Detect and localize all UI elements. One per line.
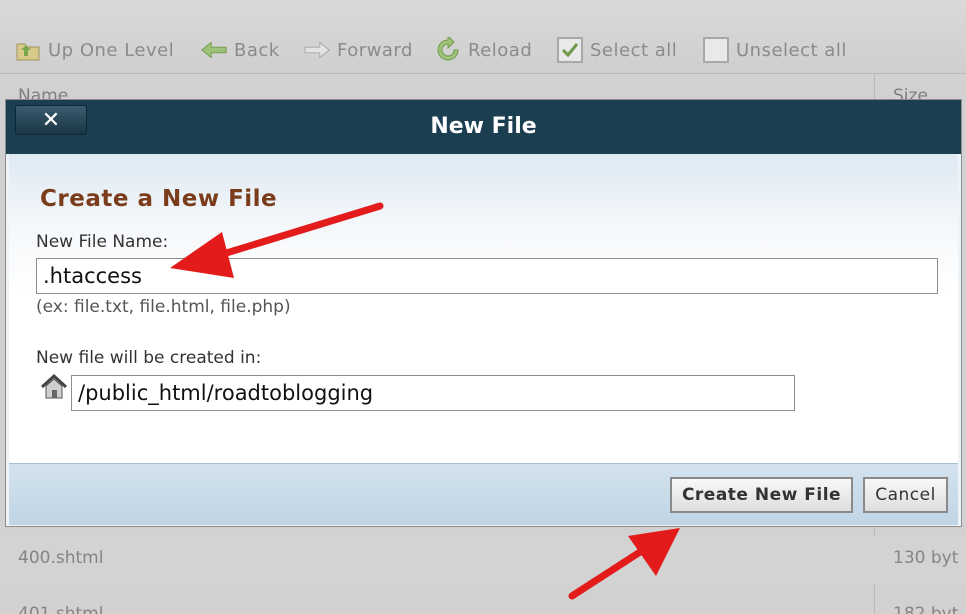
file-name-input[interactable]: .htaccess (36, 258, 938, 294)
select-all-button[interactable]: Select all (556, 34, 677, 66)
arrow-right-icon (303, 36, 331, 64)
dialog-footer: Create New File Cancel (9, 463, 958, 525)
unselect-all-button[interactable]: Unselect all (702, 34, 847, 66)
close-button[interactable]: ✕ (15, 105, 87, 135)
checkbox-checked-icon (556, 36, 584, 64)
file-name: 400.shtml (18, 548, 104, 568)
reload-label: Reload (468, 39, 533, 61)
file-name-value: .htaccess (43, 264, 142, 288)
forward-button[interactable]: Forward (303, 34, 413, 66)
forward-label: Forward (337, 39, 413, 61)
file-manager-toolbar: Up One Level Back Forward Reload Select … (0, 0, 966, 74)
dialog-body: Create a New File New File Name: .htacce… (9, 154, 958, 463)
directory-input[interactable]: /public_html/roadtoblogging (71, 375, 795, 411)
folder-up-icon (14, 36, 42, 64)
file-name-hint: (ex: file.txt, file.html, file.php) (36, 297, 291, 317)
dialog-title: New File (430, 114, 537, 139)
directory-value: /public_html/roadtoblogging (78, 381, 374, 405)
back-button[interactable]: Back (200, 34, 280, 66)
table-row[interactable]: 400.shtml 130 byt (0, 536, 966, 584)
dialog-titlebar: New File ✕ (6, 100, 961, 154)
dialog-heading: Create a New File (40, 186, 278, 212)
file-size: 130 byt (893, 548, 959, 568)
file-size: 182 byt (893, 604, 959, 614)
new-file-dialog: New File ✕ Create a New File New File Na… (5, 99, 962, 527)
up-one-level-button[interactable]: Up One Level (14, 34, 174, 66)
arrow-left-icon (200, 36, 228, 64)
select-all-label: Select all (590, 39, 678, 61)
file-name-label: New File Name: (36, 232, 169, 252)
up-one-level-label: Up One Level (48, 39, 175, 61)
directory-label: New file will be created in: (36, 348, 262, 368)
file-name: 401.shtml (18, 604, 104, 614)
create-new-file-button[interactable]: Create New File (670, 477, 853, 513)
close-icon: ✕ (41, 107, 61, 133)
home-icon (38, 373, 70, 401)
reload-button[interactable]: Reload (434, 34, 532, 66)
checkbox-empty-icon (702, 36, 730, 64)
cancel-button[interactable]: Cancel (863, 477, 948, 513)
reload-icon (434, 36, 462, 64)
unselect-all-label: Unselect all (736, 39, 847, 61)
back-label: Back (234, 39, 280, 61)
table-row[interactable]: 401.shtml 182 byt (0, 592, 966, 614)
